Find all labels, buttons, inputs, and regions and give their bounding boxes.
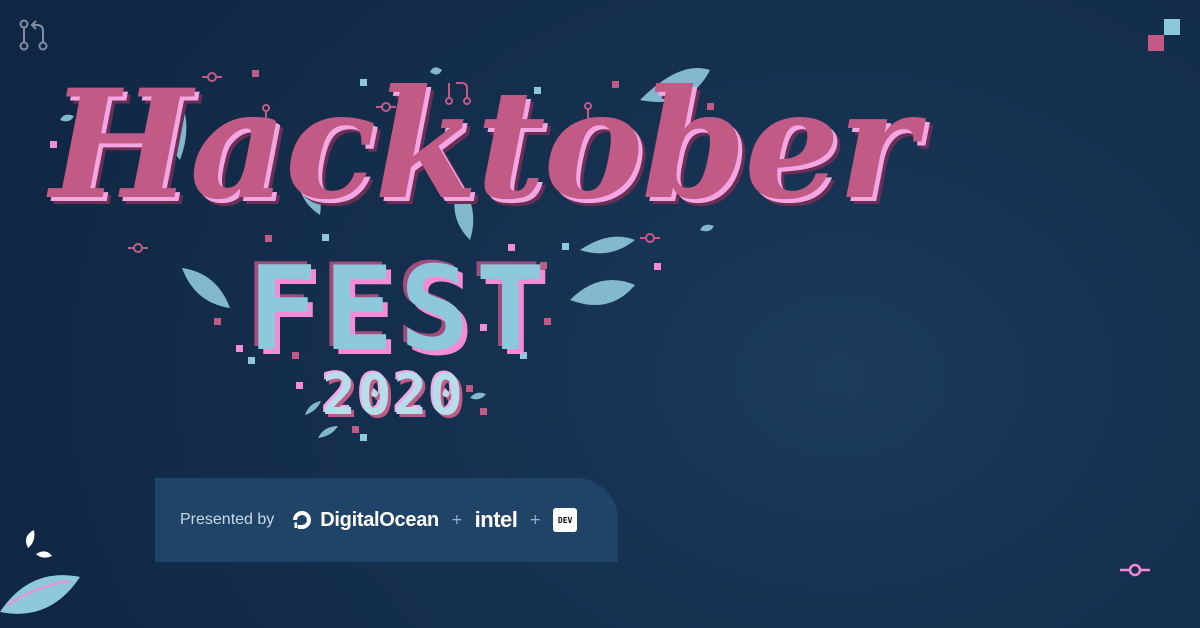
leaf-icon <box>26 530 52 558</box>
year-wordmark: 2020 <box>322 363 465 428</box>
separator-plus: + <box>529 512 542 528</box>
digitalocean-name: DigitalOcean <box>320 508 439 531</box>
sponsor-panel: Presented by DigitalOcean + intel + DEV <box>155 478 618 562</box>
leaf-bottom-left <box>0 575 80 614</box>
digitalocean-icon <box>293 511 312 529</box>
hacktober-wordmark: Hacktober <box>50 57 917 233</box>
intel-logo: intel <box>474 507 518 532</box>
git-pull-request-icon <box>19 19 48 51</box>
digitalocean-logo: DigitalOcean <box>290 508 439 532</box>
pixel-squares-icon <box>1148 19 1180 51</box>
fest-wordmark: FEST <box>248 242 552 377</box>
separator-plus: + <box>450 512 463 528</box>
presented-by-label: Presented by <box>180 511 275 528</box>
git-commit-icon <box>1120 563 1150 577</box>
dev-logo: DEV <box>553 508 578 532</box>
